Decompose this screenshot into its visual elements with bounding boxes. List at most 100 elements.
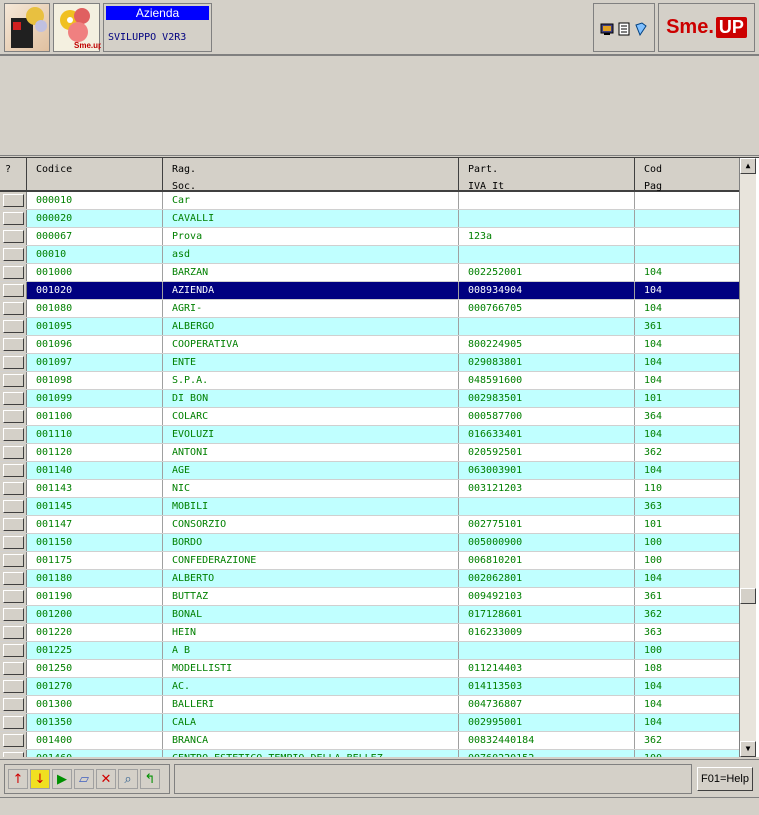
table-row[interactable]: 001020 AZIENDA 008934904 104: [0, 282, 739, 300]
column-header-marker[interactable]: ?: [0, 158, 27, 190]
table-row[interactable]: 000067 Prova 123a: [0, 228, 739, 246]
table-row[interactable]: 001145 MOBILI 363: [0, 498, 739, 516]
row-selector-button[interactable]: [2, 266, 24, 279]
table-row[interactable]: 001350 CALA 002995001 104: [0, 714, 739, 732]
row-selector-button[interactable]: [2, 284, 24, 297]
row-selector-button[interactable]: [2, 248, 24, 261]
row-selector-button[interactable]: [2, 482, 24, 495]
table-row[interactable]: 001147 CONSORZIO 002775101 101: [0, 516, 739, 534]
column-header-ragione-sociale[interactable]: Rag. Soc.: [163, 158, 459, 192]
app-logo-icon[interactable]: [4, 3, 50, 52]
row-selector[interactable]: [0, 354, 27, 371]
row-selector[interactable]: [0, 246, 27, 263]
scroll-up-icon[interactable]: ▲: [740, 158, 756, 174]
row-selector-button[interactable]: [2, 590, 24, 603]
row-selector[interactable]: [0, 750, 27, 757]
row-selector-button[interactable]: [2, 536, 24, 549]
row-selector[interactable]: [0, 444, 27, 461]
row-selector[interactable]: [0, 534, 27, 551]
row-selector-button[interactable]: [2, 662, 24, 675]
table-row[interactable]: 001400 BRANCA 00832440184 362: [0, 732, 739, 750]
table-row[interactable]: 000020 CAVALLI: [0, 210, 739, 228]
row-selector-button[interactable]: [2, 626, 24, 639]
table-row[interactable]: 001190 BUTTAZ 009492103 361: [0, 588, 739, 606]
row-selector[interactable]: [0, 570, 27, 587]
table-row[interactable]: 001150 BORDO 005000900 100: [0, 534, 739, 552]
row-selector[interactable]: [0, 318, 27, 335]
row-selector-button[interactable]: [2, 680, 24, 693]
row-selector[interactable]: [0, 660, 27, 677]
table-row[interactable]: 001200 BONAL 017128601 362: [0, 606, 739, 624]
table-row[interactable]: 001460CENTRO ESTETICO TEMPIO DELLA BELLE…: [0, 750, 739, 757]
row-selector[interactable]: [0, 696, 27, 713]
eraser-icon[interactable]: ▱: [74, 769, 94, 789]
row-selector[interactable]: [0, 642, 27, 659]
table-row[interactable]: 001097 ENTE 029083801 104: [0, 354, 739, 372]
search-icon[interactable]: ⌕: [118, 769, 138, 789]
table-row[interactable]: 001000 BARZAN 002252001 104: [0, 264, 739, 282]
refresh-arrow-icon[interactable]: ↰: [140, 769, 160, 789]
row-selector-button[interactable]: [2, 374, 24, 387]
row-selector[interactable]: [0, 498, 27, 515]
column-header-partita-iva[interactable]: Part. IVA It: [459, 158, 635, 192]
table-row[interactable]: 000010 Car: [0, 192, 739, 210]
smeup-logo-icon[interactable]: Sme.up: [53, 3, 103, 52]
row-selector[interactable]: [0, 192, 27, 209]
close-icon[interactable]: ✕: [96, 769, 116, 789]
table-row[interactable]: 001110 EVOLUZI 016633401 104: [0, 426, 739, 444]
scroll-thumb[interactable]: [740, 588, 756, 604]
row-selector[interactable]: [0, 336, 27, 353]
help-button[interactable]: F01=Help: [697, 767, 753, 791]
column-header-codice[interactable]: Codice: [27, 158, 163, 190]
row-selector[interactable]: [0, 426, 27, 443]
row-selector[interactable]: [0, 606, 27, 623]
table-row[interactable]: 001096 COOPERATIVA 800224905 104: [0, 336, 739, 354]
row-selector-button[interactable]: [2, 338, 24, 351]
table-row[interactable]: 001225 A B 100: [0, 642, 739, 660]
row-selector[interactable]: [0, 516, 27, 533]
arrow-down-icon[interactable]: ↓: [30, 769, 50, 789]
table-row[interactable]: 001175 CONFEDERAZIONE 006810201 100: [0, 552, 739, 570]
row-selector[interactable]: [0, 228, 27, 245]
row-selector-button[interactable]: [2, 320, 24, 333]
row-selector-button[interactable]: [2, 302, 24, 315]
table-row[interactable]: 001180 ALBERTO 002062801 104: [0, 570, 739, 588]
row-selector-button[interactable]: [2, 572, 24, 585]
row-selector[interactable]: [0, 624, 27, 641]
table-row[interactable]: 001300 BALLERI 004736807 104: [0, 696, 739, 714]
scroll-down-icon[interactable]: ▼: [740, 741, 756, 757]
row-selector[interactable]: [0, 732, 27, 749]
row-selector[interactable]: [0, 462, 27, 479]
row-selector-button[interactable]: [2, 752, 24, 757]
row-selector-button[interactable]: [2, 392, 24, 405]
row-selector[interactable]: [0, 210, 27, 227]
row-selector-button[interactable]: [2, 518, 24, 531]
table-row[interactable]: 001250 MODELLISTI 011214403 108: [0, 660, 739, 678]
row-selector[interactable]: [0, 714, 27, 731]
row-selector[interactable]: [0, 408, 27, 425]
row-selector-button[interactable]: [2, 428, 24, 441]
row-selector-button[interactable]: [2, 500, 24, 513]
table-row[interactable]: 001270 AC. 014113503 104: [0, 678, 739, 696]
row-selector-button[interactable]: [2, 410, 24, 423]
document-icon[interactable]: [617, 21, 631, 35]
row-selector-button[interactable]: [2, 734, 24, 747]
column-header-cod-pag[interactable]: Cod Pag: [635, 158, 739, 192]
row-selector[interactable]: [0, 588, 27, 605]
row-selector[interactable]: [0, 678, 27, 695]
table-row[interactable]: 001100 COLARC 000587700 364: [0, 408, 739, 426]
table-row[interactable]: 001098 S.P.A. 048591600 104: [0, 372, 739, 390]
row-selector[interactable]: [0, 480, 27, 497]
row-selector-button[interactable]: [2, 464, 24, 477]
table-row[interactable]: 001120 ANTONI 020592501 362: [0, 444, 739, 462]
monitor-icon[interactable]: [600, 21, 614, 35]
row-selector-button[interactable]: [2, 230, 24, 243]
row-selector-button[interactable]: [2, 698, 24, 711]
play-icon[interactable]: ▶: [52, 769, 72, 789]
row-selector-button[interactable]: [2, 356, 24, 369]
row-selector[interactable]: [0, 282, 27, 299]
table-row[interactable]: 001143 NIC 003121203 110: [0, 480, 739, 498]
row-selector-button[interactable]: [2, 644, 24, 657]
row-selector-button[interactable]: [2, 608, 24, 621]
vertical-scrollbar[interactable]: ▲ ▼: [739, 158, 756, 757]
